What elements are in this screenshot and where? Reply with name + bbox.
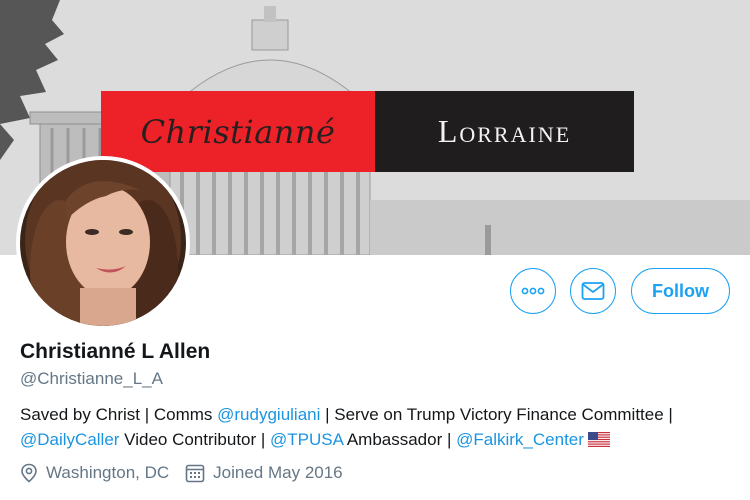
location-item: Washington, DC <box>20 463 169 483</box>
user-handle: @Christianne_L_A <box>20 369 163 388</box>
follow-button[interactable]: Follow <box>631 268 730 314</box>
avatar[interactable] <box>16 156 190 330</box>
mention-link[interactable]: @Falkirk_Center <box>456 430 584 449</box>
bio-text-1: Saved by Christ | Comms <box>20 405 218 424</box>
banner-logo-red-block: Christianné <box>101 91 375 172</box>
bio-text-4: Ambassador | <box>343 430 457 449</box>
banner-logo: Christianné Lorraine <box>101 91 634 172</box>
bio-text-3: Video Contributor | <box>119 430 271 449</box>
mention-link[interactable]: @TPUSA <box>270 430 343 449</box>
more-options-button[interactable] <box>510 268 556 314</box>
bio: Saved by Christ | Comms @rudygiuliani | … <box>20 402 740 452</box>
more-dots-icon <box>521 287 545 295</box>
mention-link[interactable]: @rudygiuliani <box>217 405 320 424</box>
display-name: Christianné L Allen <box>20 340 211 363</box>
calendar-icon <box>185 464 205 483</box>
joined-item: Joined May 2016 <box>185 463 343 483</box>
bio-text-2: | Serve on Trump Victory Finance Committ… <box>320 405 673 424</box>
banner-logo-caps-text: Lorraine <box>437 113 572 149</box>
joined-text: Joined May 2016 <box>213 463 343 482</box>
envelope-icon <box>581 282 605 300</box>
profile-photo <box>20 160 186 326</box>
us-flag-icon <box>587 432 610 447</box>
banner-logo-dark-block: Lorraine <box>375 91 634 172</box>
banner-logo-script-text: Christianné <box>140 112 336 151</box>
location-pin-icon <box>21 463 37 483</box>
location-text: Washington, DC <box>46 463 170 482</box>
mention-link[interactable]: @DailyCaller <box>20 430 119 449</box>
profile-meta: Washington, DC Joined May 2016 <box>20 463 359 483</box>
message-button[interactable] <box>570 268 616 314</box>
